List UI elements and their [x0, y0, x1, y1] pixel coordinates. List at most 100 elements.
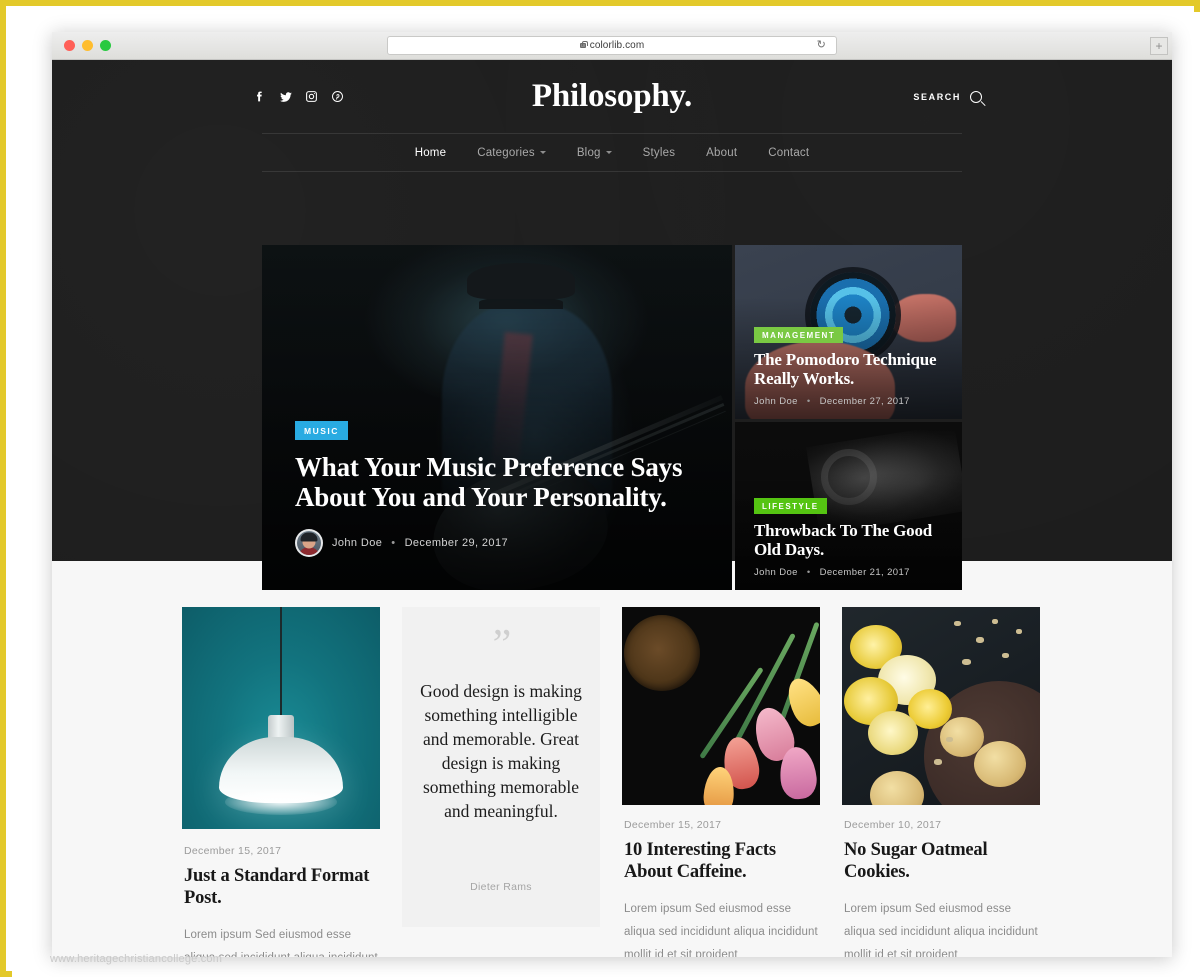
post-title[interactable]: No Sugar Oatmeal Cookies.	[844, 840, 1038, 884]
featured-post-main-title[interactable]: What Your Music Preference Says About Yo…	[295, 452, 702, 512]
search-label: SEARCH	[913, 91, 961, 102]
post-date: December 27, 2017	[819, 396, 910, 407]
decor-crumb	[946, 737, 953, 742]
post-excerpt: Lorem ipsum Sed eiusmod esse aliqua sed …	[184, 928, 378, 957]
post-card-body: December 10, 2017 No Sugar Oatmeal Cooki…	[842, 805, 1040, 957]
decor-crumb	[962, 659, 971, 665]
featured-posts-grid: MUSIC What Your Music Preference Says Ab…	[262, 245, 962, 590]
post-title[interactable]: Just a Standard Format Post.	[184, 866, 378, 910]
category-badge-lifestyle[interactable]: LIFESTYLE	[754, 497, 827, 514]
post-excerpt: Lorem ipsum Sed eiusmod esse aliqua sed …	[844, 902, 1038, 957]
post-card-body: December 15, 2017 10 Interesting Facts A…	[622, 805, 820, 957]
featured-post-main[interactable]: MUSIC What Your Music Preference Says Ab…	[262, 245, 732, 590]
featured-post-main-meta: John Doe • December 29, 2017	[295, 529, 702, 557]
site-logo[interactable]: Philosophy.	[52, 78, 1172, 115]
nav-item-blog[interactable]: Blog	[577, 147, 612, 159]
quote-card[interactable]: ” Good design is making something intell…	[402, 607, 600, 957]
decor-coffee-cup	[624, 615, 700, 691]
featured-post-secondary-1-meta: John Doe • December 27, 2017	[754, 396, 948, 407]
chevron-down-icon	[605, 151, 612, 154]
image-frame: colorlib.com ↻ + Philosophy. SEARCH Home…	[0, 0, 1200, 977]
quote-text: Good design is making something intellig…	[420, 681, 582, 822]
nav-label: Contact	[768, 146, 810, 159]
decor-crumb	[954, 621, 961, 626]
decor-cookie	[974, 741, 1026, 787]
chevron-down-icon	[539, 151, 546, 154]
search-button[interactable]: SEARCH	[913, 90, 982, 103]
decor-lamp-glow	[225, 789, 337, 815]
cookies-flowers-photo	[842, 607, 1040, 805]
post-card-standard-format[interactable]: December 15, 2017 Just a Standard Format…	[182, 607, 380, 957]
decor-crumb	[1016, 629, 1022, 634]
minimize-button[interactable]	[82, 40, 93, 51]
browser-titlebar: colorlib.com ↻ +	[52, 32, 1172, 60]
post-card-caffeine[interactable]: December 15, 2017 10 Interesting Facts A…	[622, 607, 820, 957]
avatar-hair	[300, 532, 318, 542]
post-cards-grid: December 15, 2017 Just a Standard Format…	[182, 607, 1044, 957]
post-thumbnail-coffee[interactable]	[622, 607, 820, 805]
post-date: December 15, 2017	[184, 845, 282, 857]
quote-block: ” Good design is making something intell…	[402, 607, 600, 927]
featured-post-secondary-2[interactable]: LIFESTYLE Throwback To The Good Old Days…	[735, 422, 962, 590]
main-navigation[interactable]: Home Categories Blog Styles About Contac…	[262, 133, 962, 172]
nav-item-contact[interactable]: Contact	[768, 147, 809, 159]
quote-icon: ”	[492, 622, 512, 668]
meta-separator: •	[806, 567, 811, 578]
nav-label: Categories	[477, 146, 535, 159]
new-tab-button[interactable]: +	[1150, 37, 1168, 55]
decor-crumb	[1002, 653, 1009, 658]
post-date: December 29, 2017	[404, 537, 508, 549]
url-text: colorlib.com	[589, 40, 645, 51]
nav-label: About	[706, 146, 738, 159]
nav-item-styles[interactable]: Styles	[643, 147, 676, 159]
category-badge-management[interactable]: MANAGEMENT	[754, 326, 844, 343]
nav-label: Blog	[576, 146, 601, 159]
decor-crumb	[934, 759, 942, 765]
nav-label: Styles	[642, 146, 676, 159]
avatar	[295, 529, 323, 557]
nav-item-about[interactable]: About	[706, 147, 737, 159]
decor-daffodil	[868, 711, 918, 755]
post-date: December 21, 2017	[819, 567, 910, 578]
frame-inner: colorlib.com ↻ + Philosophy. SEARCH Home…	[12, 12, 1200, 977]
featured-post-secondary-2-text: LIFESTYLE Throwback To The Good Old Days…	[754, 496, 948, 578]
decor-crumb	[992, 619, 998, 624]
nav-label: Home	[414, 146, 447, 159]
search-icon[interactable]	[970, 90, 982, 103]
author-name[interactable]: John Doe	[754, 567, 798, 578]
meta-separator: •	[806, 396, 811, 407]
post-thumbnail-lamp[interactable]	[182, 607, 380, 829]
post-title[interactable]: 10 Interesting Facts About Caffeine.	[624, 840, 818, 884]
post-date: December 15, 2017	[624, 819, 722, 831]
post-card-oatmeal-cookies[interactable]: December 10, 2017 No Sugar Oatmeal Cooki…	[842, 607, 1040, 957]
decor-lamp-cord	[280, 607, 282, 719]
close-button[interactable]	[64, 40, 75, 51]
featured-post-secondary-1-text: MANAGEMENT The Pomodoro Technique Really…	[754, 325, 948, 407]
decor-cookie	[870, 771, 924, 805]
decor-crumb	[976, 637, 984, 643]
window-controls[interactable]	[64, 40, 111, 51]
post-excerpt: Lorem ipsum Sed eiusmod esse aliqua sed …	[624, 902, 818, 957]
site-header-region: Philosophy. SEARCH Home Categories Blog …	[52, 60, 1172, 590]
category-badge-music[interactable]: MUSIC	[295, 420, 348, 440]
lock-icon	[579, 41, 588, 48]
meta-separator: •	[391, 537, 396, 549]
featured-post-secondary-2-title[interactable]: Throwback To The Good Old Days.	[754, 521, 948, 559]
post-thumbnail-cookies[interactable]	[842, 607, 1040, 805]
coffee-tulips-photo	[622, 607, 820, 805]
nav-item-home[interactable]: Home	[415, 147, 446, 159]
nav-item-categories[interactable]: Categories	[477, 147, 546, 159]
reload-icon[interactable]: ↻	[817, 40, 826, 51]
featured-post-secondary-1[interactable]: MANAGEMENT The Pomodoro Technique Really…	[735, 245, 962, 419]
post-card-body: December 15, 2017 Just a Standard Format…	[182, 829, 380, 957]
website-content: Philosophy. SEARCH Home Categories Blog …	[52, 60, 1172, 957]
site-topbar: Philosophy. SEARCH	[52, 60, 1172, 133]
featured-post-main-text: MUSIC What Your Music Preference Says Ab…	[295, 420, 702, 557]
maximize-button[interactable]	[100, 40, 111, 51]
address-bar[interactable]: colorlib.com ↻	[387, 36, 837, 55]
lamp-photo	[182, 607, 380, 829]
author-name[interactable]: John Doe	[754, 396, 798, 407]
author-name[interactable]: John Doe	[332, 537, 382, 549]
featured-post-secondary-1-title[interactable]: The Pomodoro Technique Really Works.	[754, 350, 948, 388]
browser-window: colorlib.com ↻ + Philosophy. SEARCH Home…	[52, 32, 1172, 957]
